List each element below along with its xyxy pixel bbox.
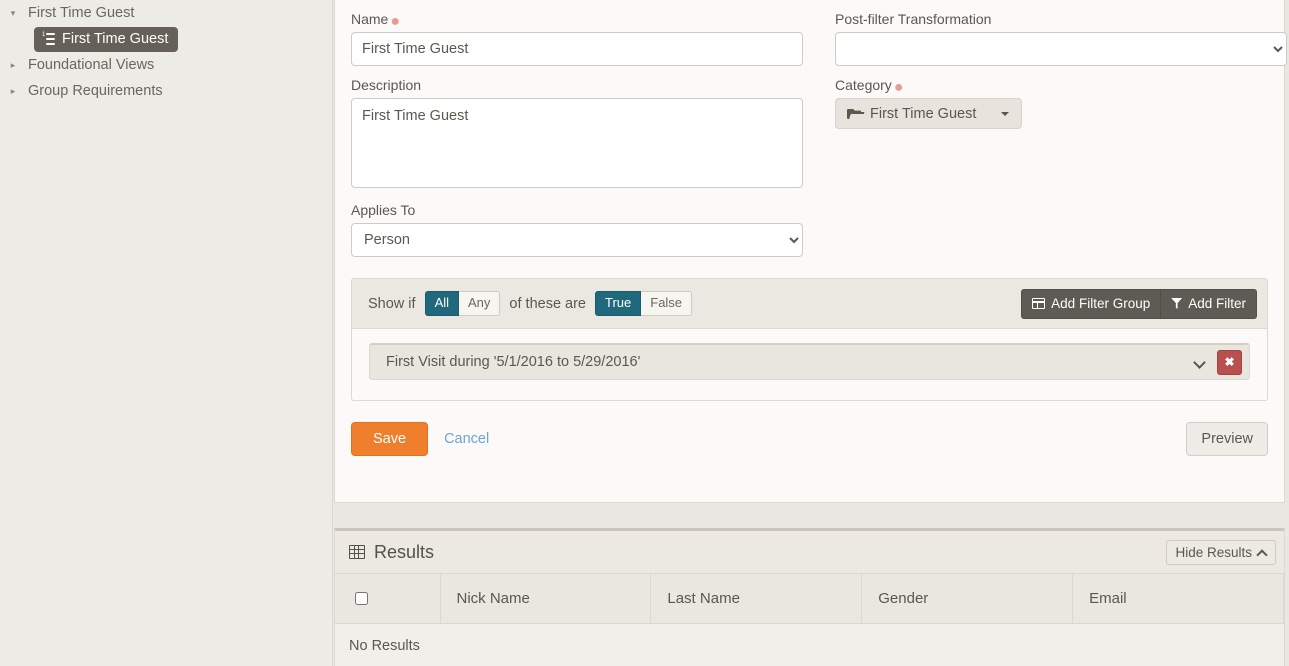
sidebar-item-label: Foundational Views [28, 57, 154, 73]
filter-builder-panel: Show if All Any of these are True False [351, 278, 1268, 401]
sidebar-item-group-requirements[interactable]: ▸ Group Requirements [0, 78, 332, 104]
chevron-right-icon[interactable]: ▸ [6, 84, 20, 98]
add-filter-button[interactable]: Add Filter [1161, 289, 1257, 319]
match-any-toggle[interactable]: Any [459, 291, 500, 316]
description-field-label: Description [351, 77, 803, 93]
column-header-gender[interactable]: Gender [862, 574, 1073, 624]
description-textarea[interactable] [351, 98, 803, 188]
form-action-bar: Save Cancel Preview [351, 422, 1268, 456]
post-filter-transformation-field-label: Post-filter Transformation [835, 11, 1287, 27]
data-view-form-panel: Name● Description Applies To Person Post… [334, 0, 1285, 503]
results-table: Nick Name Last Name Gender Email No Resu… [335, 573, 1284, 666]
form-right-column: Post-filter Transformation Category● Fir… [835, 0, 1287, 257]
required-indicator: ● [894, 79, 904, 96]
chevron-down-icon[interactable] [1194, 357, 1205, 368]
sidebar-item-label: Group Requirements [28, 83, 163, 99]
results-title-text: Results [374, 542, 434, 563]
main-content: Name● Description Applies To Person Post… [333, 0, 1289, 666]
hide-results-label: Hide Results [1175, 545, 1252, 560]
hide-results-button[interactable]: Hide Results [1166, 540, 1276, 565]
sidebar-item-label: First Time Guest [28, 5, 134, 21]
results-title: Results [349, 542, 434, 563]
truth-false-toggle[interactable]: False [641, 291, 692, 316]
add-filter-label: Add Filter [1188, 296, 1246, 311]
applies-to-select[interactable]: Person [351, 223, 803, 257]
filter-builder-header: Show if All Any of these are True False [352, 279, 1267, 329]
filter-group-icon [1032, 298, 1045, 309]
sidebar-item-label: First Time Guest [62, 31, 168, 47]
filter-expression-text: First Visit during '5/1/2016 to 5/29/201… [386, 354, 640, 370]
filter-row-controls: ✖ [1194, 350, 1242, 375]
funnel-icon [1171, 298, 1182, 309]
truth-true-toggle[interactable]: True [595, 291, 641, 316]
filter-row[interactable]: First Visit during '5/1/2016 to 5/29/201… [369, 343, 1250, 380]
select-all-checkbox[interactable] [355, 592, 368, 605]
ordered-list-icon: 1 [42, 33, 55, 45]
category-label-text: Category [835, 77, 892, 93]
match-type-toggle-group: All Any [425, 291, 501, 316]
chevron-down-icon [1001, 112, 1009, 116]
sidebar-item-first-time-guest[interactable]: 1 First Time Guest [0, 26, 332, 52]
post-filter-transformation-select[interactable] [835, 32, 1287, 66]
select-all-column [335, 574, 440, 624]
chevron-up-icon [1258, 549, 1267, 555]
save-button[interactable]: Save [351, 422, 428, 456]
sidebar-tree: ▾ First Time Guest 1 First Time Guest ▸ … [0, 0, 333, 666]
of-these-are-label: of these are [509, 296, 586, 312]
category-field-label: Category● [835, 77, 1287, 93]
category-dropdown-button[interactable]: First Time Guest [835, 98, 1022, 129]
sidebar-selected-pill[interactable]: 1 First Time Guest [34, 27, 178, 52]
chevron-right-icon[interactable]: ▸ [6, 58, 20, 72]
match-all-toggle[interactable]: All [425, 291, 459, 316]
results-panel: Results Hide Results Nick Name Last Name [334, 528, 1285, 666]
preview-button[interactable]: Preview [1186, 422, 1268, 456]
no-results-message: No Results [335, 624, 1284, 666]
cancel-link[interactable]: Cancel [444, 431, 489, 447]
add-filter-group-button[interactable]: Add Filter Group [1021, 289, 1161, 319]
column-header-nick-name[interactable]: Nick Name [440, 574, 651, 624]
sidebar-item-foundational-views[interactable]: ▸ Foundational Views [0, 52, 332, 78]
column-header-last-name[interactable]: Last Name [651, 574, 862, 624]
results-panel-header: Results Hide Results [335, 531, 1284, 573]
sidebar-item-first-time-guest-group[interactable]: ▾ First Time Guest [0, 0, 332, 26]
page-root: ▾ First Time Guest 1 First Time Guest ▸ … [0, 0, 1289, 666]
category-selected-value: First Time Guest [870, 106, 976, 122]
truth-toggle-group: True False [595, 291, 692, 316]
form-left-column: Name● Description Applies To Person [351, 0, 803, 257]
delete-filter-button[interactable]: ✖ [1217, 350, 1242, 375]
filter-list: First Visit during '5/1/2016 to 5/29/201… [352, 329, 1267, 400]
table-row: No Results [335, 624, 1284, 666]
required-indicator: ● [390, 13, 400, 30]
chevron-down-icon[interactable]: ▾ [6, 6, 20, 20]
show-if-label: Show if [368, 296, 416, 312]
table-header-row: Nick Name Last Name Gender Email [335, 574, 1284, 624]
form-primary-actions: Save Cancel [351, 422, 489, 456]
filter-match-controls: Show if All Any of these are True False [368, 291, 692, 316]
filter-action-buttons: Add Filter Group Add Filter [1021, 289, 1257, 319]
name-input[interactable] [351, 32, 803, 66]
applies-to-field-label: Applies To [351, 202, 803, 218]
add-filter-group-label: Add Filter Group [1051, 296, 1150, 311]
results-table-head: Nick Name Last Name Gender Email [335, 574, 1284, 624]
name-field-label: Name● [351, 11, 803, 27]
folder-open-icon [847, 108, 861, 119]
column-header-email[interactable]: Email [1073, 574, 1284, 624]
results-table-body: No Results [335, 624, 1284, 666]
form-top-row: Name● Description Applies To Person Post… [351, 0, 1268, 257]
name-label-text: Name [351, 11, 388, 27]
table-grid-icon [349, 545, 365, 559]
